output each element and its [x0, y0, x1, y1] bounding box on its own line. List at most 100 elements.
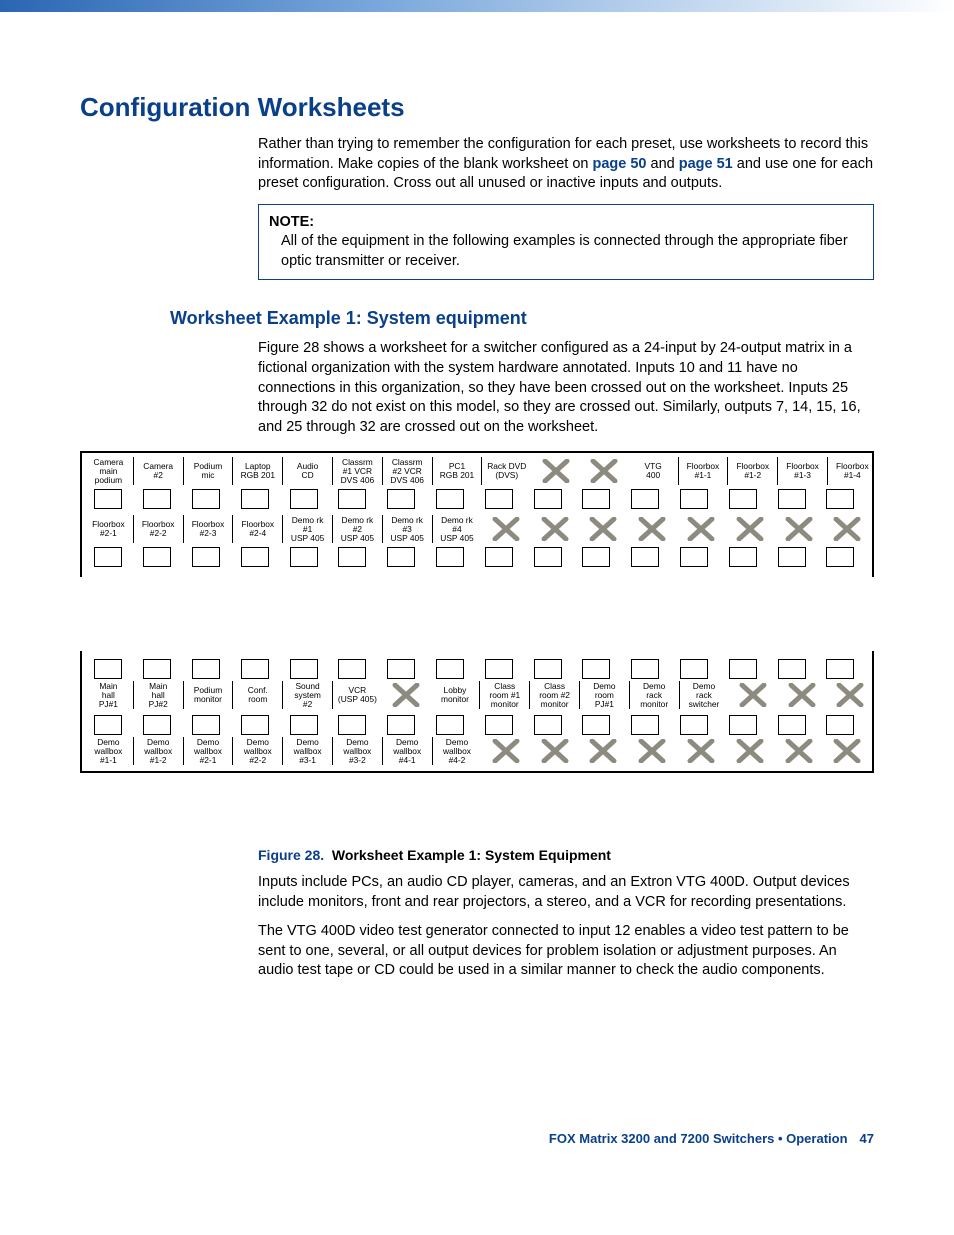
worksheet-label: Class room #2 monitor: [530, 681, 579, 709]
note-box: NOTE: All of the equipment in the follow…: [258, 204, 874, 281]
worksheet-blank-box: [485, 715, 513, 735]
worksheet-cell-box: [621, 711, 670, 735]
worksheet-blank-box: [290, 547, 318, 567]
worksheet-cell-label: Demo wallbox #1-1: [84, 737, 134, 765]
worksheet-cell-label: [725, 737, 774, 765]
worksheet-label: Main hall PJ#1: [84, 681, 133, 709]
worksheet-blank-box: [387, 489, 415, 509]
cross-out-icon: [774, 737, 823, 765]
worksheet-cell-label: Demo wallbox #1-2: [134, 737, 184, 765]
cross-out-icon: [531, 457, 580, 485]
worksheet-cell-label: [382, 681, 431, 709]
worksheet-blank-box: [338, 715, 366, 735]
worksheet-label: Floorbox #1-1: [679, 457, 728, 485]
cross-out-icon: [628, 515, 677, 543]
worksheet-cell-box: [767, 545, 816, 571]
cross-out-icon: [677, 515, 726, 543]
worksheet-cell-box: [816, 487, 865, 513]
worksheet-blank-box: [94, 659, 122, 679]
worksheet-cell-box: [572, 545, 621, 571]
worksheet-cell-label: Demo wallbox #3-1: [283, 737, 333, 765]
worksheet-cell-box: [572, 487, 621, 513]
worksheet-label: Demo rk #1 USP 405: [283, 515, 332, 543]
cross-out-icon: [823, 515, 872, 543]
worksheet-cell-box: [84, 711, 133, 735]
worksheet-cell-box: [670, 711, 719, 735]
after-paragraph-1: Inputs include PCs, an audio CD player, …: [258, 873, 874, 912]
worksheet-cell-label: Class room #2 monitor: [530, 681, 580, 709]
worksheet-label: Floorbox #2-3: [184, 515, 233, 543]
worksheet-cell-box: [279, 545, 328, 571]
worksheet-cell-box: [816, 655, 865, 679]
worksheet-blank-box: [729, 547, 757, 567]
worksheet-cell-label: [823, 515, 872, 543]
worksheet-cell-label: [628, 515, 677, 543]
cross-out-icon: [677, 737, 726, 765]
worksheet-cell-box: [279, 711, 328, 735]
link-page-51[interactable]: page 51: [679, 156, 733, 172]
worksheet-label: Floorbox #2-1: [84, 515, 133, 543]
worksheet-cell-label: Podium monitor: [184, 681, 234, 709]
worksheet-blank-box: [729, 715, 757, 735]
worksheet-blank-box: [290, 489, 318, 509]
worksheet-blank-box: [534, 547, 562, 567]
worksheet-label: Rack DVD (DVS): [482, 457, 531, 485]
worksheet-blank-box: [94, 547, 122, 567]
worksheet-blank-box: [826, 659, 854, 679]
worksheet-cell-box: [133, 487, 182, 513]
worksheet-blank-box: [241, 489, 269, 509]
worksheet-cell-label: PC1 RGB 201: [433, 457, 483, 485]
cross-out-icon: [628, 737, 677, 765]
link-page-50[interactable]: page 50: [592, 156, 646, 172]
worksheet-cell-box: [230, 655, 279, 679]
worksheet-blank-box: [241, 547, 269, 567]
worksheet-cell-box: [572, 711, 621, 735]
worksheet-cell-label: [530, 737, 579, 765]
worksheet-cell-box: [670, 545, 719, 571]
worksheet-label: Floorbox #1-4: [828, 457, 877, 485]
worksheet-label: Camera main podium: [84, 457, 133, 485]
worksheet-label: Classrm #1 VCR DVS 406: [333, 457, 382, 485]
worksheet-cell-label: Lobby monitor: [431, 681, 481, 709]
worksheet-cell-box: [328, 487, 377, 513]
worksheet-cell-label: [728, 681, 777, 709]
worksheet-cell-label: Floorbox #2-4: [233, 515, 283, 543]
worksheet-cell-label: Demo wallbox #4-1: [383, 737, 433, 765]
worksheet-cell-label: [823, 737, 872, 765]
worksheet-cell-box: [328, 545, 377, 571]
worksheet-blank-box: [778, 489, 806, 509]
worksheet-outputs: Main hall PJ#1Main hall PJ#2Podium monit…: [80, 651, 874, 773]
worksheet-cell-box: [328, 655, 377, 679]
worksheet-label: Demo wallbox #4-2: [433, 737, 482, 765]
worksheet-label: Class room #1 monitor: [480, 681, 529, 709]
worksheet-cell-box: [816, 711, 865, 735]
worksheet-blank-box: [631, 489, 659, 509]
worksheet-blank-box: [143, 547, 171, 567]
cross-out-icon: [826, 681, 875, 709]
cross-out-icon: [725, 515, 774, 543]
worksheet-blank-box: [729, 489, 757, 509]
worksheet-cell-box: [377, 711, 426, 735]
worksheet-cell-box: [474, 545, 523, 571]
worksheet-cell-box: [621, 487, 670, 513]
worksheet-cell-box: [670, 487, 719, 513]
worksheet-label: Floorbox #2-2: [134, 515, 183, 543]
worksheet-cell-box: [718, 655, 767, 679]
worksheet-cell-label: Camera main podium: [84, 457, 134, 485]
worksheet-blank-box: [485, 489, 513, 509]
worksheet-cell-label: Floorbox #2-3: [184, 515, 234, 543]
worksheet-label: Floorbox #2-4: [233, 515, 282, 543]
worksheet-label: Demo rk #4 USP 405: [433, 515, 482, 543]
worksheet-cell-label: Demo rack switcher: [680, 681, 729, 709]
worksheet-blank-box: [778, 659, 806, 679]
note-label: NOTE:: [269, 214, 314, 230]
worksheet-cell-box: [816, 545, 865, 571]
worksheet-label: Demo rk #2 USP 405: [333, 515, 382, 543]
worksheet-cell-label: Demo rk #3 USP 405: [383, 515, 433, 543]
worksheet-cell-box: [84, 487, 133, 513]
cross-out-icon: [725, 737, 774, 765]
worksheet-label: PC1 RGB 201: [433, 457, 482, 485]
worksheet-cell-label: Demo wallbox #4-2: [433, 737, 482, 765]
worksheet-blank-box: [582, 715, 610, 735]
worksheet-cell-label: Class room #1 monitor: [480, 681, 530, 709]
